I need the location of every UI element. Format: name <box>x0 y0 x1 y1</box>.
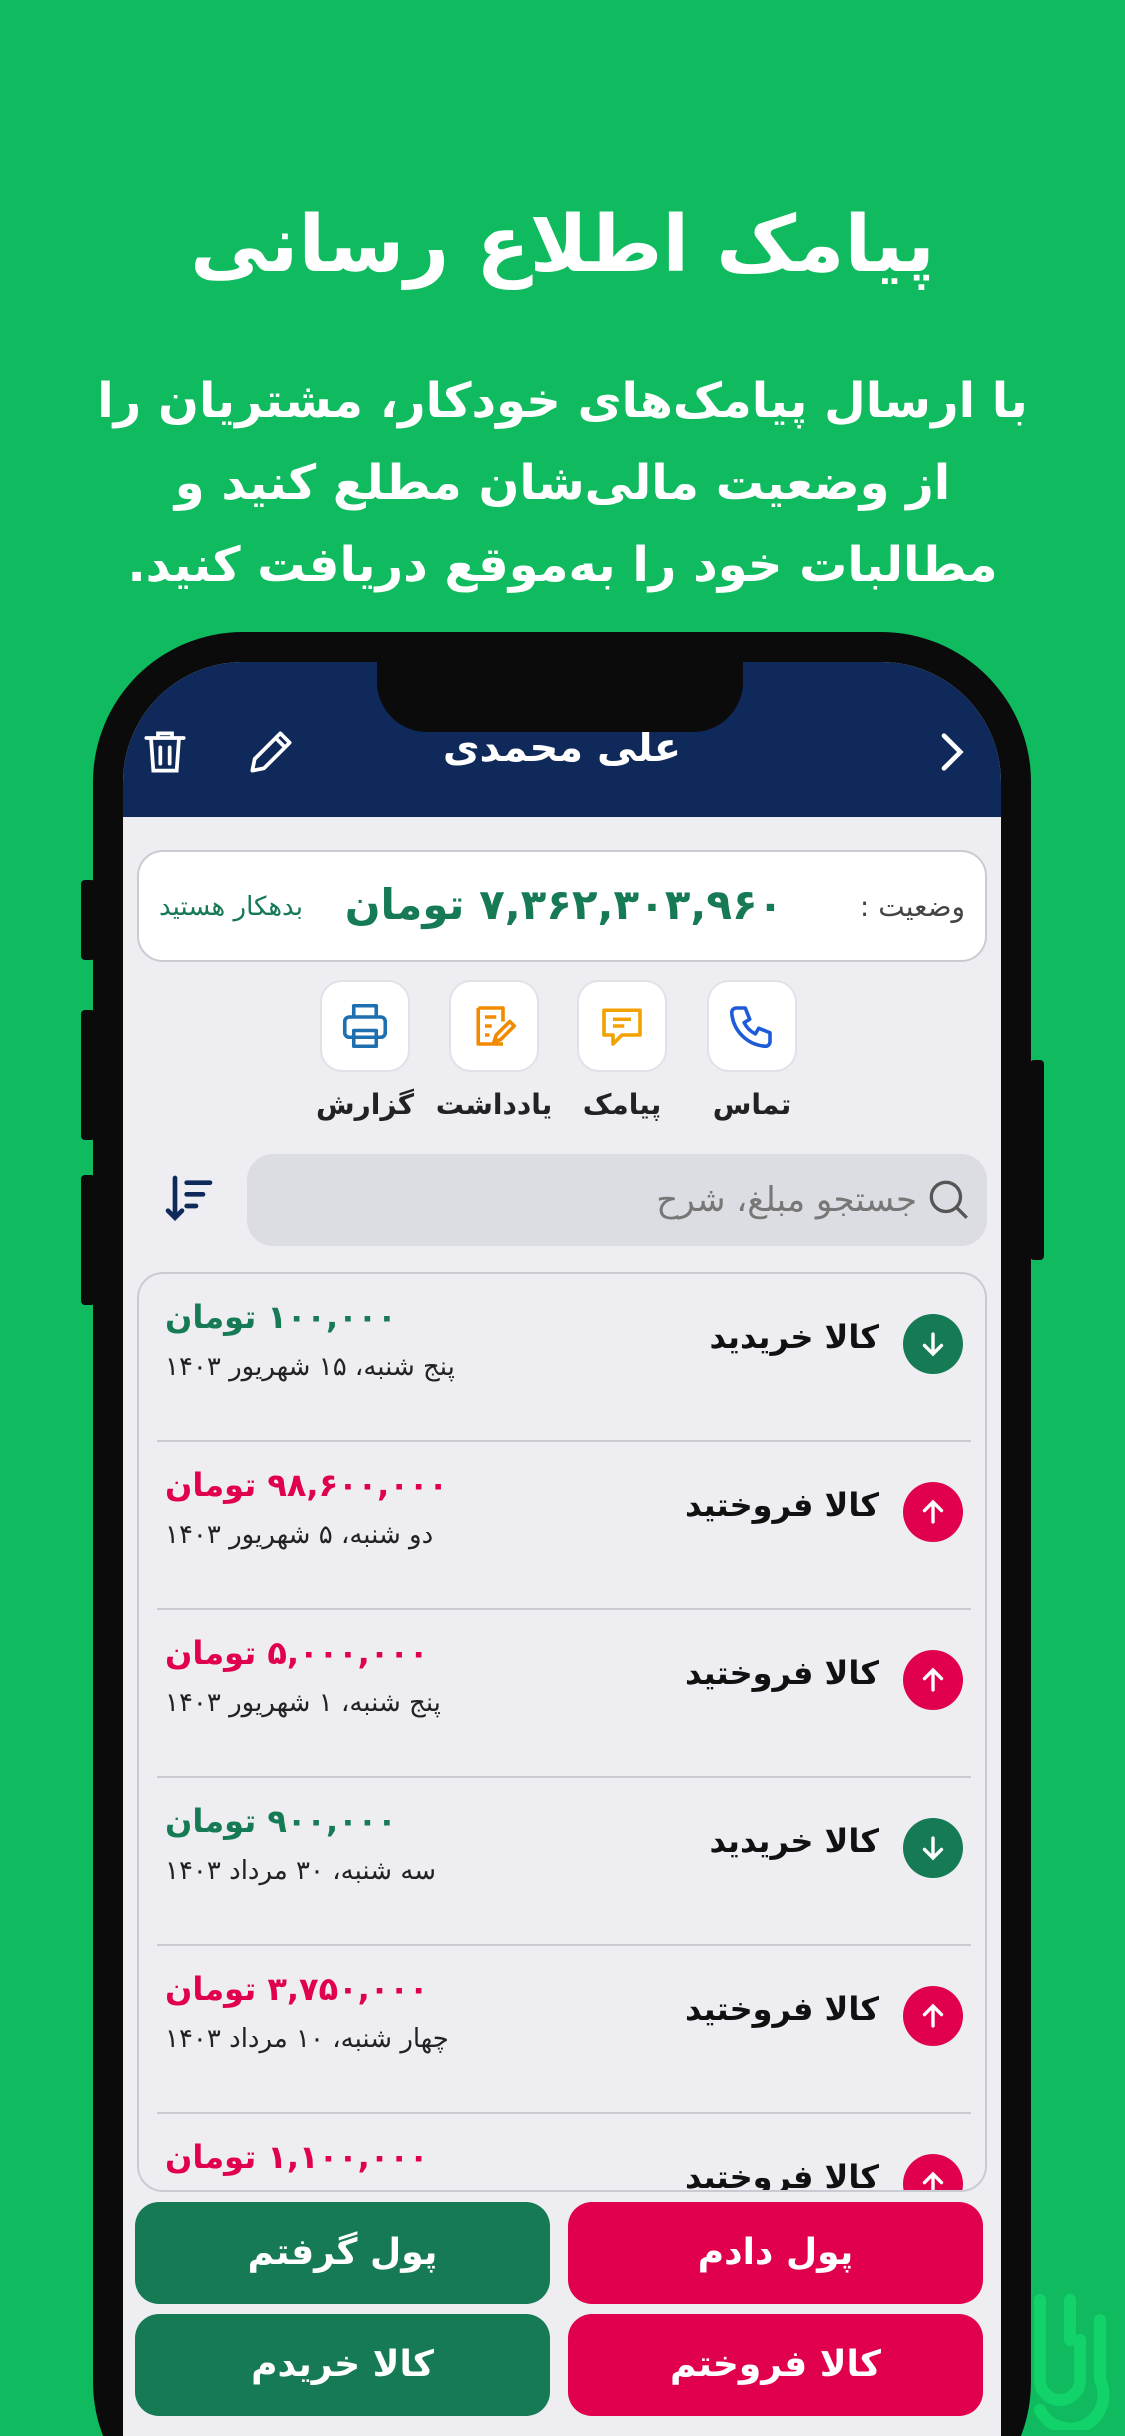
report-label: گزارش <box>315 1088 415 1121</box>
transaction-amount: ۱۰۰,۰۰۰ تومان <box>165 1298 397 1336</box>
phone-side-button <box>81 1010 95 1140</box>
transaction-amount: ۵,۰۰۰,۰۰۰ تومان <box>165 1634 429 1672</box>
report-button[interactable] <box>320 980 410 1072</box>
arrow-up-icon <box>903 1650 963 1710</box>
gave-money-button[interactable]: پول دادم <box>568 2202 983 2304</box>
call-label: تماس <box>712 1088 792 1121</box>
app-screen: علی محمدی وضعیت : ۷,۳۶۲,۳۰۳,۹۶۰ تومان بد… <box>123 662 1001 2436</box>
transaction-date: سه شنبه، ۳۰ مرداد ۱۴۰۳ <box>165 1856 437 1886</box>
sort-icon[interactable] <box>161 1171 217 1227</box>
transaction-title: کالا فروختید <box>684 2158 879 2192</box>
call-button[interactable] <box>707 980 797 1072</box>
search-input[interactable]: جستجو مبلغ، شرح <box>247 1154 987 1246</box>
list-item[interactable]: کالا فروختید ۱,۱۰۰,۰۰۰ تومان <box>139 2114 985 2192</box>
arrow-up-icon <box>903 1986 963 2046</box>
phone-side-button <box>81 880 95 960</box>
arrow-up-icon <box>903 1482 963 1542</box>
balance-card: وضعیت : ۷,۳۶۲,۳۰۳,۹۶۰ تومان بدهکار هستید <box>137 850 987 962</box>
store-logo-watermark <box>1020 2280 1120 2435</box>
transaction-amount: ۹۰۰,۰۰۰ تومان <box>165 1802 397 1840</box>
bought-goods-button[interactable]: کالا خریدم <box>135 2314 550 2416</box>
note-label: یادداشت <box>435 1088 553 1121</box>
printer-icon <box>342 1003 388 1049</box>
sms-label: پیامک <box>582 1088 662 1121</box>
note-button[interactable] <box>449 980 539 1072</box>
transaction-list: کالا خریدید ۱۰۰,۰۰۰ تومان پنج شنبه، ۱۵ ش… <box>137 1272 987 2192</box>
search-icon <box>923 1174 973 1224</box>
transaction-amount: ۱,۱۰۰,۰۰۰ تومان <box>165 2138 429 2176</box>
arrow-up-icon <box>903 2154 963 2190</box>
sold-goods-button[interactable]: کالا فروختم <box>568 2314 983 2416</box>
list-item[interactable]: کالا خریدید ۱۰۰,۰۰۰ تومان پنج شنبه، ۱۵ ش… <box>139 1274 985 1442</box>
arrow-down-icon <box>903 1818 963 1878</box>
phone-side-button <box>1030 1060 1044 1260</box>
transaction-title: کالا خریدید <box>709 1822 879 1860</box>
got-money-button[interactable]: پول گرفتم <box>135 2202 550 2304</box>
transaction-date: پنج شنبه، ۱ شهریور ۱۴۰۳ <box>165 1688 441 1718</box>
phone-side-button <box>81 1175 95 1305</box>
note-icon <box>476 1006 517 1046</box>
transaction-date: دو شنبه، ۵ شهریور ۱۴۰۳ <box>165 1520 434 1550</box>
back-chevron-icon[interactable] <box>923 724 979 780</box>
status-note: بدهکار هستید <box>159 892 303 922</box>
transaction-date: پنج شنبه، ۱۵ شهریور ۱۴۰۳ <box>165 1352 455 1382</box>
transaction-date: چهار شنبه، ۱۰ مرداد ۱۴۰۳ <box>165 2024 449 2054</box>
arrow-down-icon <box>903 1314 963 1374</box>
list-item[interactable]: کالا فروختید ۵,۰۰۰,۰۰۰ تومان پنج شنبه، ۱… <box>139 1610 985 1778</box>
promo-subtitle: با ارسال پیامک‌های خودکار، مشتریان را از… <box>97 373 1028 593</box>
promo-title: پیامک اطلاع رسانی <box>190 200 935 290</box>
transaction-title: کالا فروختید <box>684 1654 879 1692</box>
transaction-title: کالا فروختید <box>684 1486 879 1524</box>
transaction-title: کالا خریدید <box>709 1318 879 1356</box>
list-item[interactable]: کالا خریدید ۹۰۰,۰۰۰ تومان سه شنبه، ۳۰ مر… <box>139 1778 985 1946</box>
search-placeholder: جستجو مبلغ، شرح <box>656 1180 917 1220</box>
list-item[interactable]: کالا فروختید ۹۸,۶۰۰,۰۰۰ تومان دو شنبه، ۵… <box>139 1442 985 1610</box>
list-item[interactable]: کالا فروختید ۳,۷۵۰,۰۰۰ تومان چهار شنبه، … <box>139 1946 985 2114</box>
message-icon <box>602 1008 642 1046</box>
transaction-amount: ۹۸,۶۰۰,۰۰۰ تومان <box>165 1466 448 1504</box>
phone-notch <box>377 650 743 732</box>
transaction-title: کالا فروختید <box>684 1990 879 2028</box>
sms-button[interactable] <box>577 980 667 1072</box>
transaction-amount: ۳,۷۵۰,۰۰۰ تومان <box>165 1970 429 2008</box>
phone-icon <box>729 1006 772 1049</box>
